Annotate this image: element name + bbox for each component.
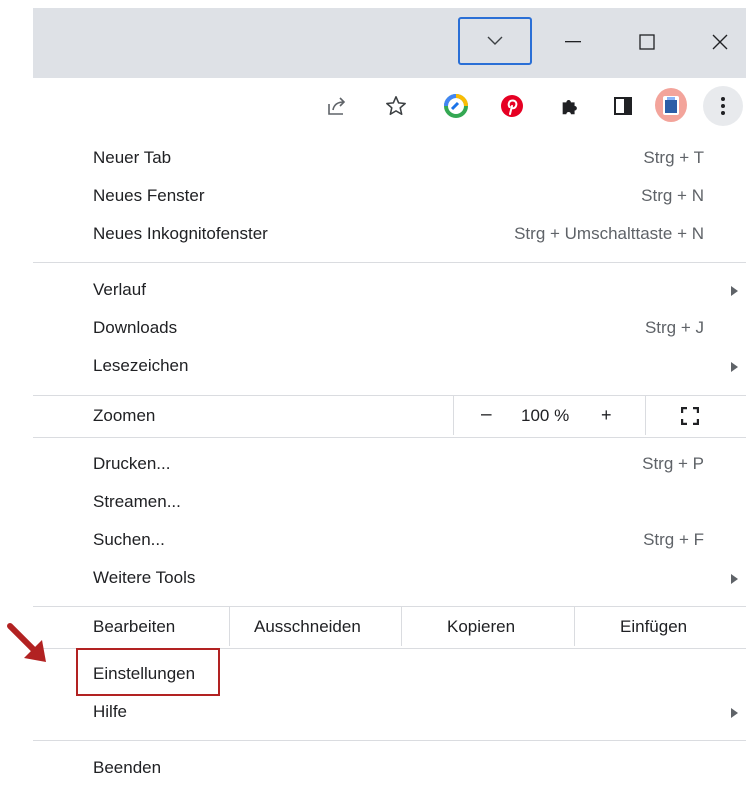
menu-item-new-window[interactable]: Neues Fenster Strg + N <box>33 179 746 217</box>
bookmark-star-icon[interactable] <box>382 92 410 120</box>
menu-separator <box>33 437 746 438</box>
menu-item-label: Verlauf <box>93 280 146 299</box>
kebab-menu-button[interactable] <box>703 86 743 126</box>
menu-item-more-tools[interactable]: Weitere Tools <box>33 561 746 599</box>
menu-item-label: Lesezeichen <box>93 356 189 375</box>
menu-item-new-incognito[interactable]: Neues Inkognitofenster Strg + Umschaltta… <box>33 217 746 255</box>
zoom-out-button[interactable]: – <box>481 404 492 426</box>
submenu-arrow-icon <box>731 286 738 296</box>
fullscreen-icon[interactable] <box>681 407 699 425</box>
annotation-highlight-box <box>76 648 220 696</box>
menu-item-help[interactable]: Hilfe <box>33 695 746 733</box>
menu-item-label: Hilfe <box>93 702 128 721</box>
kebab-menu-icon <box>721 97 725 115</box>
title-bar <box>33 8 746 78</box>
menu-item-label: Beenden <box>93 758 162 777</box>
side-panel-icon[interactable] <box>609 92 637 120</box>
zoom-value: 100 % <box>521 406 570 425</box>
profile-avatar[interactable] <box>654 87 688 123</box>
menu-item-bookmarks[interactable]: Lesezeichen <box>33 349 746 387</box>
submenu-arrow-icon <box>731 574 738 584</box>
menu-item-label: Neues Inkognitofenster <box>93 224 268 243</box>
shortcut-label: Strg + Umschalttaste + N <box>514 224 704 243</box>
menu-item-label: Downloads <box>93 318 178 337</box>
shortcut-label: Strg + P <box>642 454 704 473</box>
menu-item-exit[interactable]: Beenden <box>33 751 746 789</box>
edit-divider <box>574 606 575 646</box>
pinterest-icon[interactable] <box>498 92 526 120</box>
maximize-icon <box>639 34 655 50</box>
shortcut-label: Strg + N <box>641 186 704 205</box>
zoom-divider <box>645 395 646 435</box>
menu-separator <box>33 606 746 607</box>
shortcut-label: Strg + F <box>643 530 704 549</box>
menu-item-history[interactable]: Verlauf <box>33 273 746 311</box>
shortcut-label: Strg + J <box>644 318 704 337</box>
share-icon[interactable] <box>323 92 351 120</box>
menu-separator <box>33 395 746 396</box>
edit-label: Bearbeiten <box>93 617 176 636</box>
menu-item-label: Neues Fenster <box>93 186 205 205</box>
extension-colorful-icon[interactable] <box>442 92 470 120</box>
close-button[interactable] <box>700 24 740 60</box>
menu-item-cast[interactable]: Streamen... <box>33 485 746 523</box>
menu-item-label: Drucken... <box>93 454 171 473</box>
menu-item-downloads[interactable]: Downloads Strg + J <box>33 311 746 349</box>
minimize-icon <box>565 41 581 43</box>
menu-item-edit: Bearbeiten Ausschneiden Kopieren Einfüge… <box>33 606 746 648</box>
menu-item-label: Suchen... <box>93 530 165 549</box>
menu-item-new-tab[interactable]: Neuer Tab Strg + T <box>33 141 746 179</box>
menu-item-print[interactable]: Drucken... Strg + P <box>33 447 746 485</box>
tab-search-button[interactable] <box>458 17 532 65</box>
menu-item-label: Streamen... <box>93 492 181 511</box>
zoom-divider <box>453 395 454 435</box>
menu-item-label: Neuer Tab <box>93 148 172 167</box>
cut-button[interactable]: Ausschneiden <box>254 617 361 637</box>
menu-item-zoom: Zoomen – 100 % + <box>33 395 746 437</box>
close-icon <box>712 34 728 50</box>
edit-divider <box>229 606 230 646</box>
paste-button[interactable]: Einfügen <box>620 617 687 637</box>
menu-separator <box>33 740 746 741</box>
minimize-button[interactable] <box>553 24 593 60</box>
browser-toolbar <box>33 78 746 134</box>
edit-divider <box>401 606 402 646</box>
submenu-arrow-icon <box>731 362 738 372</box>
menu-separator <box>33 262 746 263</box>
chevron-down-icon <box>487 36 503 45</box>
zoom-in-button[interactable]: + <box>601 405 612 426</box>
puzzle-icon[interactable] <box>556 92 584 120</box>
annotation-arrow-icon <box>7 623 46 662</box>
maximize-button[interactable] <box>627 24 667 60</box>
zoom-label: Zoomen <box>93 406 156 425</box>
menu-item-find[interactable]: Suchen... Strg + F <box>33 523 746 561</box>
shortcut-label: Strg + T <box>643 148 704 167</box>
copy-button[interactable]: Kopieren <box>447 617 515 637</box>
submenu-arrow-icon <box>731 708 738 718</box>
menu-item-label: Weitere Tools <box>93 568 196 587</box>
